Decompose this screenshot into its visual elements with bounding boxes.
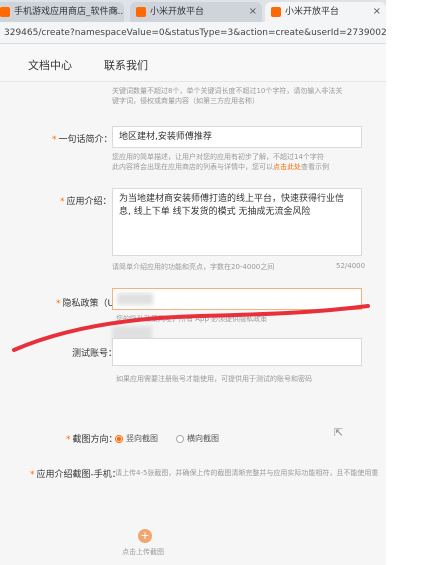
radio-portrait[interactable]: 竖向截图	[115, 433, 158, 444]
test-account-input[interactable]	[112, 338, 362, 366]
required-mark: *	[52, 135, 57, 145]
test-account-label: 测试账号：	[72, 349, 118, 359]
screenshot-direction-label: * 截图方向：	[66, 435, 118, 445]
radio-landscape[interactable]: 横向截图	[176, 433, 219, 444]
app-form: 关键词数量不超过8个，单个关键词长度不超过10个字符，请勿输入非法关 键字词，侵…	[0, 82, 386, 565]
phone-screenshots-hint: 请上传4-5张截图，并确保上传的截图清晰完整并与应用实际功能相符，且不能使用重	[115, 469, 379, 477]
brief-label: * 一句话简介：	[52, 135, 113, 145]
close-icon[interactable]: ×	[111, 2, 119, 22]
keywords-hint: 关键词数量不超过8个，单个关键词长度不超过10个字符，请勿输入非法关 键字词，侵…	[112, 87, 343, 105]
test-account-hint: 如果应用需要注册账号才能使用，可提供用于测试的账号和密码	[116, 375, 312, 383]
radio-selected-icon	[115, 434, 123, 443]
tab-label: 小米开放平台	[285, 7, 340, 17]
tab-bar: 手机游戏应用商店_软件商... × 小米开放平台 × 小米开放平台 ×	[0, 0, 386, 22]
tab-label: 手机游戏应用商店_软件商...	[14, 7, 124, 17]
close-icon[interactable]: ×	[373, 2, 381, 22]
brief-input[interactable]: 地区建材,安装师傅推荐	[112, 126, 362, 148]
mi-favicon-icon	[136, 6, 146, 17]
intro-char-counter: 52/4000	[336, 262, 366, 270]
upload-plus-icon[interactable]: +	[138, 529, 152, 543]
top-nav: 文档中心 联系我们	[0, 45, 386, 82]
mouse-cursor-icon: ⇱	[334, 426, 344, 439]
address-bar[interactable]: 329465/create?namespaceValue=0&statusTyp…	[0, 22, 386, 44]
brief-hint: 您应用的简单描述，让用户对您的应用有初步了解，不超过14个字符 此内容将会出现在…	[112, 153, 329, 171]
close-icon[interactable]: ×	[249, 2, 257, 22]
tab-mi-platform-active[interactable]: 小米开放平台 ×	[265, 2, 386, 22]
tab-label: 小米开放平台	[150, 7, 205, 17]
tab-mi-platform[interactable]: 小米开放平台 ×	[130, 2, 262, 22]
url-text: 329465/create?namespaceValue=0&statusTyp…	[4, 28, 386, 38]
example-link[interactable]: 点击此处	[273, 163, 301, 171]
browser-window: 手机游戏应用商店_软件商... × 小米开放平台 × 小米开放平台 × 3294…	[0, 0, 386, 565]
privacy-hint: 您的隐私政策网址，所有 App 必须提供隐私政策	[116, 315, 268, 323]
required-mark: *	[56, 299, 61, 309]
nav-item-contact[interactable]: 联系我们	[104, 57, 148, 73]
intro-hint: 请简单介绍应用的功能和亮点，字数在20-4000之间	[112, 263, 275, 271]
required-mark: *	[30, 470, 35, 480]
tab-app-store[interactable]: 手机游戏应用商店_软件商... ×	[0, 2, 124, 22]
required-mark: *	[60, 197, 65, 207]
intro-textarea[interactable]: 为当地建材商安装师傅打造的线上平台，快速获得行业信息, 线上下单 线下发货的模式…	[112, 188, 362, 256]
required-mark: *	[66, 435, 71, 445]
mi-favicon-icon	[0, 6, 10, 17]
upload-label[interactable]: 点击上传截图	[122, 547, 164, 557]
nav-item-docs[interactable]: 文档中心	[28, 57, 72, 73]
privacy-url-input[interactable]	[112, 288, 362, 310]
radio-icon	[176, 434, 184, 443]
phone-screenshots-label: * 应用介绍截图-手机：	[30, 470, 121, 480]
mi-favicon-icon	[271, 6, 281, 17]
intro-label: * 应用介绍：	[60, 197, 112, 207]
blurred-url	[117, 293, 153, 305]
